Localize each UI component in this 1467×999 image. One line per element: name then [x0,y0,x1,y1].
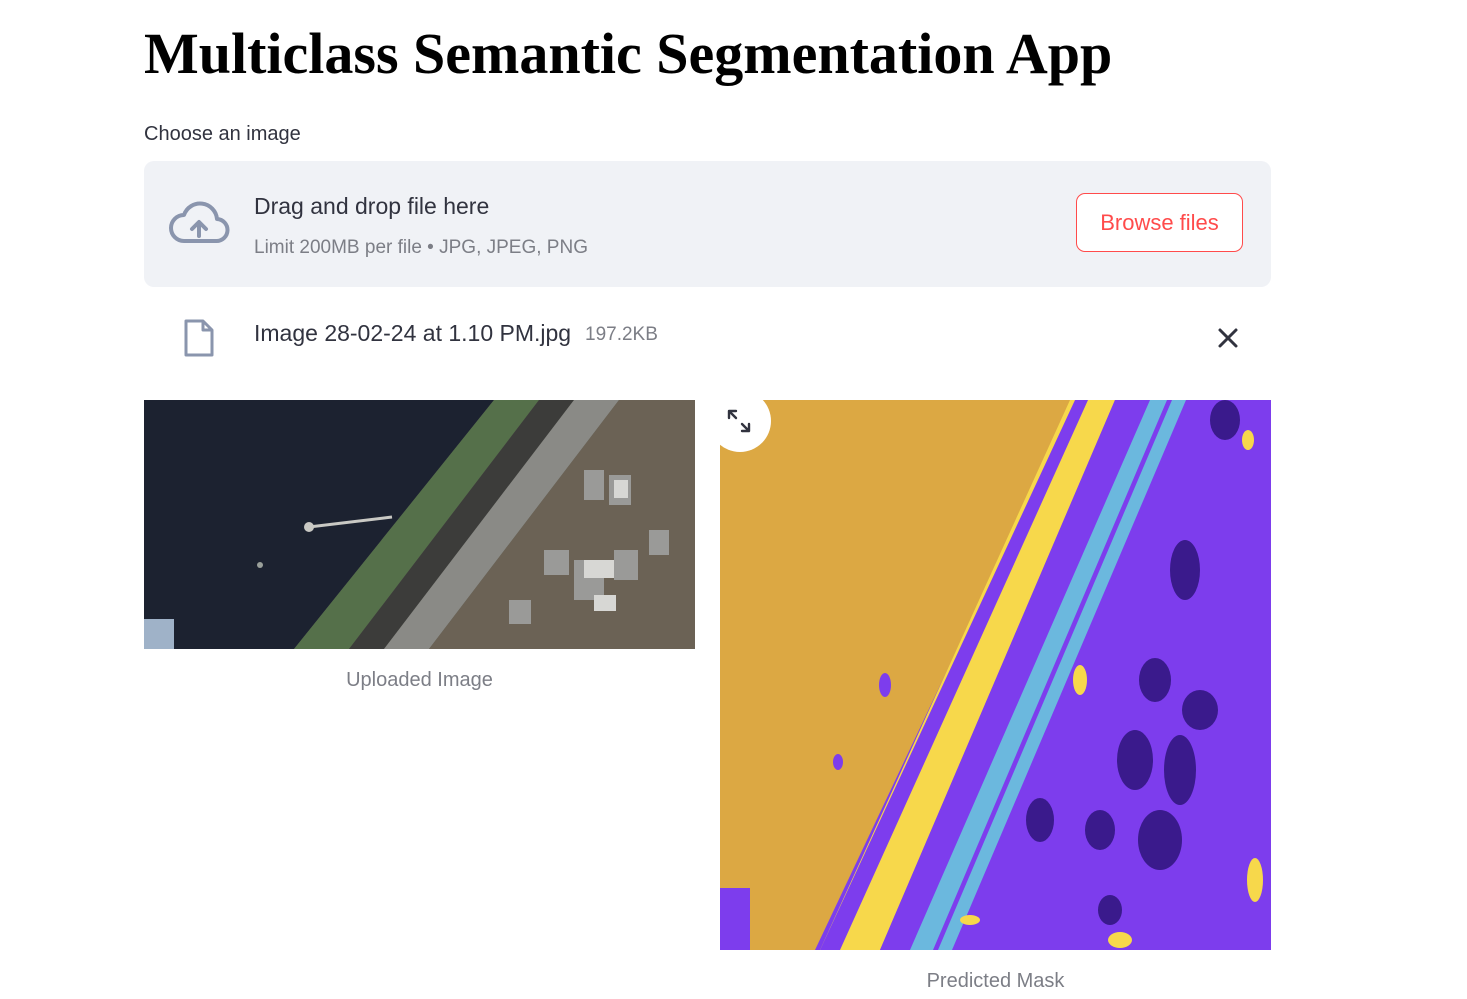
uploaded-image-caption: Uploaded Image [346,669,493,691]
uploaded-satellite-image [144,400,695,649]
predicted-mask-caption: Predicted Mask [926,970,1065,992]
dropzone-instructions: Drag and drop file here [254,193,490,219]
dropzone-limit-text: Limit 200MB per file • JPG, JPEG, PNG [254,237,588,258]
predicted-mask-column: Predicted Mask [720,400,1271,993]
uploaded-image-column: Uploaded Image [144,400,695,692]
predicted-mask-image [720,400,1271,950]
uploaded-file-size: 197.2KB [585,324,658,345]
file-dropzone[interactable]: Drag and drop file here Limit 200MB per … [144,161,1271,287]
browse-files-button[interactable]: Browse files [1076,193,1243,252]
page-title: Multiclass Semantic Segmentation App [144,21,1113,86]
close-icon[interactable] [1212,322,1244,354]
uploaded-file-name: Image 28-02-24 at 1.10 PM.jpg [254,320,572,346]
uploader-label: Choose an image [144,123,301,145]
cloud-upload-icon [169,201,230,243]
file-icon [184,319,214,357]
uploaded-file-row: Image 28-02-24 at 1.10 PM.jpg 197.2KB [144,312,1271,362]
expand-icon [727,409,751,433]
